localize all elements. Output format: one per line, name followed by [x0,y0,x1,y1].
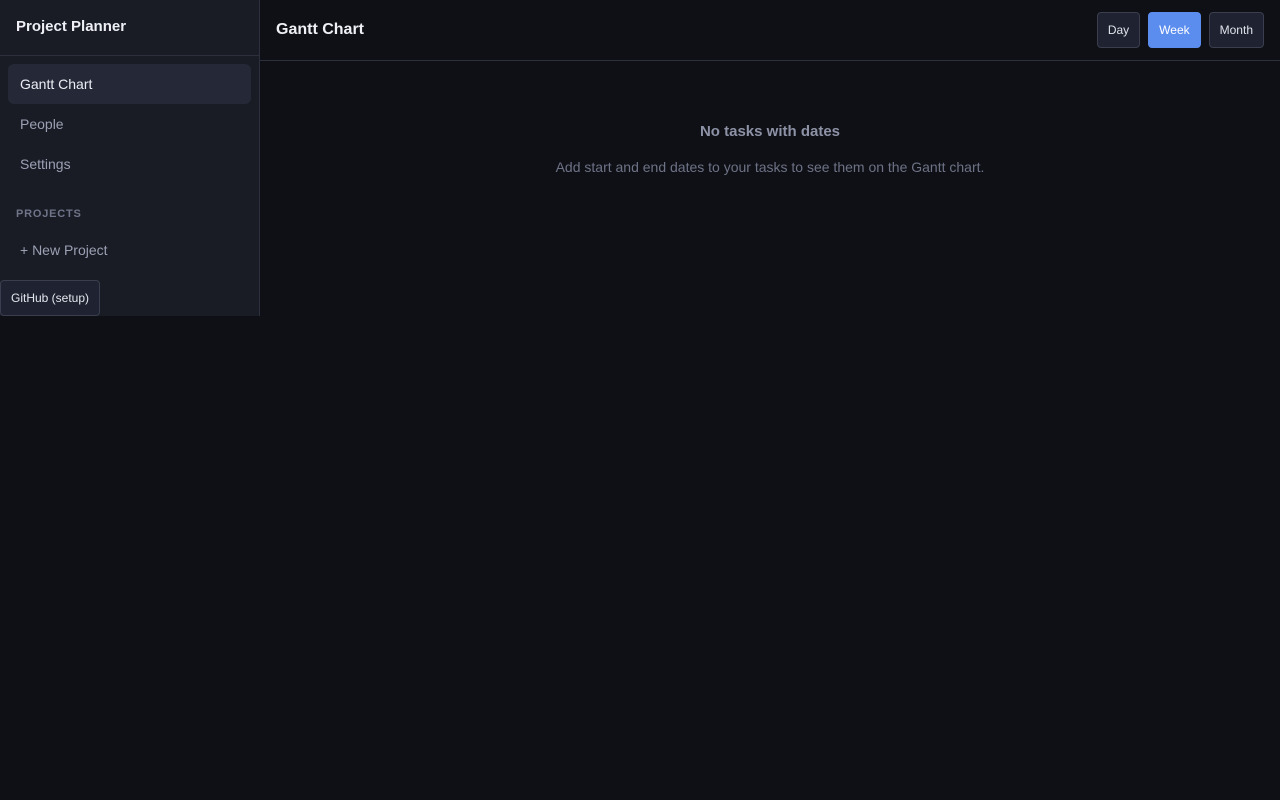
view-toggle: Day Week Month [1096,12,1264,48]
sidebar-item-settings[interactable]: Settings [8,144,251,184]
sidebar-item-label: People [20,116,64,132]
view-week-button[interactable]: Week [1148,12,1201,48]
view-month-button[interactable]: Month [1208,12,1264,48]
empty-state-title: No tasks with dates [699,123,841,140]
empty-state-description: Add start and end dates to your tasks to… [555,159,985,175]
main-content: Gantt Chart Day Week Month No tasks with… [260,0,1280,800]
new-project-label: + New Project [20,242,108,258]
sidebar-header: Project Planner [0,0,259,56]
empty-state: No tasks with dates Add start and end da… [260,61,1280,176]
topbar: Gantt Chart Day Week Month [260,0,1280,61]
view-day-button[interactable]: Day [1096,12,1141,48]
sidebar-item-label: Settings [20,156,71,172]
page-title: Gantt Chart [276,21,364,38]
github-setup-button[interactable]: GitHub (setup) [0,280,100,316]
sidebar: Project Planner Gantt Chart People Setti… [0,0,260,316]
sidebar-item-label: Gantt Chart [20,76,93,92]
sidebar-item-gantt-chart[interactable]: Gantt Chart [8,64,251,104]
sidebar-nav: Gantt Chart People Settings [0,56,259,184]
projects-section-label: PROJECTS [16,208,82,220]
new-project-button[interactable]: + New Project [8,230,251,270]
app-root: Project Planner Gantt Chart People Setti… [0,0,1280,800]
app-title: Project Planner [16,18,127,35]
sidebar-item-people[interactable]: People [8,104,251,144]
